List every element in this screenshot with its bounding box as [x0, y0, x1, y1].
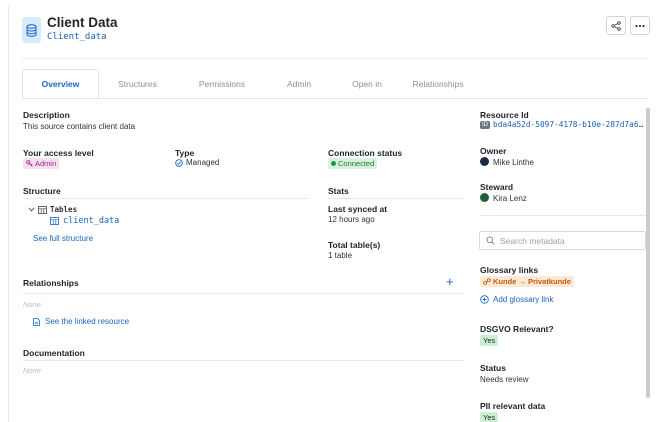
- steward-value: Kira Lenz: [493, 194, 527, 203]
- stats-divider: [328, 198, 463, 199]
- id-icon: ID: [480, 120, 490, 129]
- tree-table-label: client_data: [63, 216, 120, 226]
- access-level-badge: Admin: [23, 158, 60, 169]
- stats-label: Stats: [328, 186, 349, 196]
- avatar: [480, 193, 489, 202]
- see-full-structure-link[interactable]: See full structure: [33, 234, 93, 243]
- tree-table-client-data[interactable]: client_data: [50, 216, 119, 226]
- owner-row[interactable]: Mike Linthe: [480, 157, 534, 167]
- tab-structures[interactable]: Structures: [99, 69, 176, 99]
- status-value: Needs review: [480, 375, 529, 384]
- type-value-row: Managed: [175, 158, 219, 167]
- tree-folder-tables[interactable]: Tables: [28, 205, 77, 214]
- type-label: Type: [175, 148, 195, 158]
- database-icon: [22, 17, 41, 43]
- link-icon: [483, 278, 491, 285]
- steward-label: Steward: [480, 182, 514, 192]
- resource-id-label: Resource Id: [480, 110, 529, 120]
- glossary-links-label: Glossary links: [480, 265, 539, 275]
- documentation-empty: None: [23, 366, 41, 375]
- document-icon: [33, 317, 40, 326]
- header-divider: [22, 58, 648, 59]
- access-level-label: Your access level: [23, 148, 94, 158]
- add-relationship-button[interactable]: +: [446, 274, 454, 289]
- structure-divider: [23, 198, 308, 199]
- tab-relationships[interactable]: Relationships: [404, 69, 472, 99]
- description-label: Description: [23, 110, 70, 120]
- dsgvo-label: DSGVO Relevant?: [480, 324, 554, 334]
- pii-value: Yes: [480, 412, 499, 422]
- last-synced-label: Last synced at: [328, 204, 388, 214]
- glossary-link-chip[interactable]: Kunde → Privatkunde: [480, 276, 574, 287]
- tab-bar: Overview Structures Permissions Admin Op…: [22, 69, 472, 99]
- relationships-divider: [23, 293, 463, 294]
- access-level-value: Admin: [35, 159, 57, 168]
- more-button[interactable]: [630, 16, 650, 35]
- relationships-empty: None: [23, 300, 41, 309]
- steward-row[interactable]: Kira Lenz: [480, 193, 527, 203]
- tree-folder-label: Tables: [50, 205, 78, 214]
- total-tables-label: Total table(s): [328, 240, 381, 250]
- owner-label: Owner: [480, 146, 507, 156]
- resource-id-value: bda4a52d-5097-4178-b10e-287d7a6…: [493, 120, 644, 129]
- dsgvo-value: Yes: [480, 335, 499, 346]
- add-glossary-link-button[interactable]: Add glossary link: [480, 295, 553, 304]
- add-glossary-link-label: Add glossary link: [493, 295, 554, 304]
- share-icon: [611, 20, 621, 31]
- key-icon: [26, 160, 33, 167]
- last-synced-value: 12 hours ago: [328, 215, 375, 224]
- tabs-divider: [22, 98, 648, 99]
- connection-status-badge: Connected: [328, 158, 378, 169]
- scrollbar-thumb[interactable]: [646, 108, 650, 398]
- connection-status-label: Connection status: [328, 148, 403, 158]
- page-title: Client Data: [47, 15, 118, 30]
- status-label: Status: [480, 363, 506, 373]
- structure-label: Structure: [23, 186, 61, 196]
- documentation-label: Documentation: [23, 348, 85, 358]
- glossary-link-value: Kunde → Privatkunde: [493, 277, 571, 286]
- table-icon: [50, 217, 59, 225]
- avatar: [480, 157, 489, 166]
- search-icon: [486, 236, 495, 245]
- pii-label: PII relevant data: [480, 401, 546, 411]
- share-button[interactable]: [606, 16, 626, 35]
- check-circle-icon: [175, 158, 183, 167]
- documentation-divider: [23, 360, 463, 361]
- tab-permissions[interactable]: Permissions: [176, 69, 268, 99]
- tab-open-in[interactable]: Open in: [330, 69, 404, 99]
- type-value: Managed: [186, 158, 220, 167]
- description-text: This source contains client data: [23, 122, 136, 131]
- tab-admin[interactable]: Admin: [268, 69, 330, 99]
- status-dot-icon: [331, 161, 336, 166]
- tab-overview[interactable]: Overview: [22, 69, 99, 99]
- total-tables-value: 1 table: [328, 251, 353, 260]
- more-icon: [635, 24, 645, 27]
- resource-id-row[interactable]: ID bda4a52d-5097-4178-b10e-287d7a6…: [480, 120, 643, 129]
- see-linked-resource-label: See the linked resource: [45, 317, 130, 326]
- table-icon: [38, 205, 47, 214]
- search-input[interactable]: [500, 235, 640, 246]
- sidebar-divider: [480, 215, 646, 216]
- connection-status-value: Connected: [338, 159, 375, 168]
- page-subtitle: Client_data: [47, 32, 107, 42]
- chevron-down-icon: [28, 207, 35, 212]
- relationships-label: Relationships: [23, 278, 79, 288]
- plus-circle-icon: [480, 295, 489, 304]
- search-metadata-field[interactable]: [479, 231, 646, 250]
- see-linked-resource-link[interactable]: See the linked resource: [33, 317, 129, 326]
- owner-value: Mike Linthe: [493, 158, 534, 167]
